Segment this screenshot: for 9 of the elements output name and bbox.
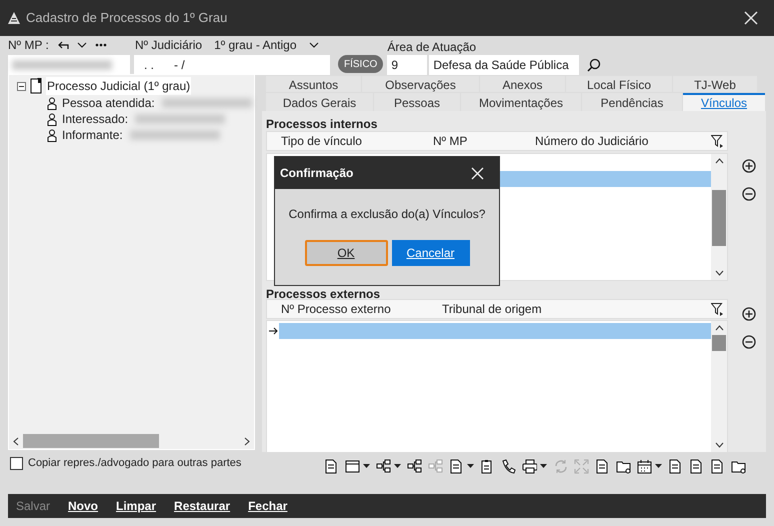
field-label: Área de Atuação bbox=[387, 39, 478, 52]
section-title: Processos externos bbox=[266, 286, 382, 299]
field-label: Nº MP : bbox=[8, 37, 49, 54]
field-label: Nº Judiciário bbox=[135, 37, 202, 54]
status-badge: FÍSICO bbox=[338, 55, 384, 73]
window-title: Cadastro de Processos do 1º Grau bbox=[26, 9, 228, 28]
dialog-title: Confirmação bbox=[280, 165, 354, 182]
dialog-message: Confirma a exclusão do(a) Vínculos? bbox=[288, 206, 486, 223]
section-title: Processos internos bbox=[266, 116, 378, 131]
